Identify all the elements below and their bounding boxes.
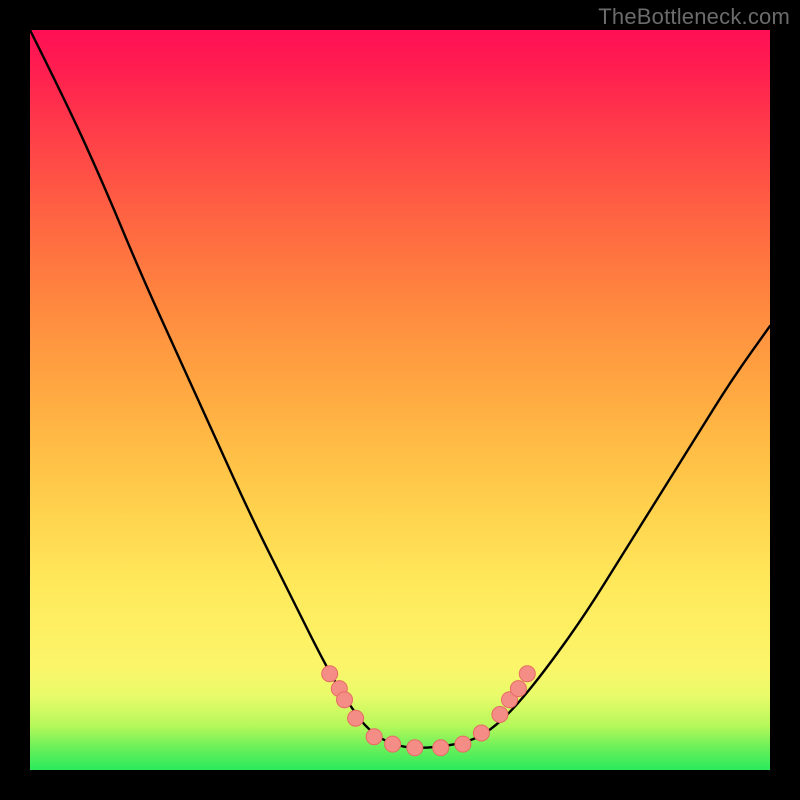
curve-markers — [322, 666, 536, 756]
curve-marker — [322, 666, 338, 682]
curve-marker — [366, 729, 382, 745]
curve-marker — [510, 681, 526, 697]
curve-marker — [407, 740, 423, 756]
curve-marker — [385, 736, 401, 752]
curve-marker — [519, 666, 535, 682]
curve-marker — [337, 692, 353, 708]
curve-marker — [455, 736, 471, 752]
chart-frame: TheBottleneck.com — [0, 0, 800, 800]
chart-svg — [30, 30, 770, 770]
watermark-text: TheBottleneck.com — [598, 4, 790, 30]
curve-marker — [492, 707, 508, 723]
bottleneck-curve — [30, 30, 770, 748]
curve-marker — [433, 740, 449, 756]
curve-marker — [348, 710, 364, 726]
plot-area — [30, 30, 770, 770]
curve-marker — [473, 725, 489, 741]
